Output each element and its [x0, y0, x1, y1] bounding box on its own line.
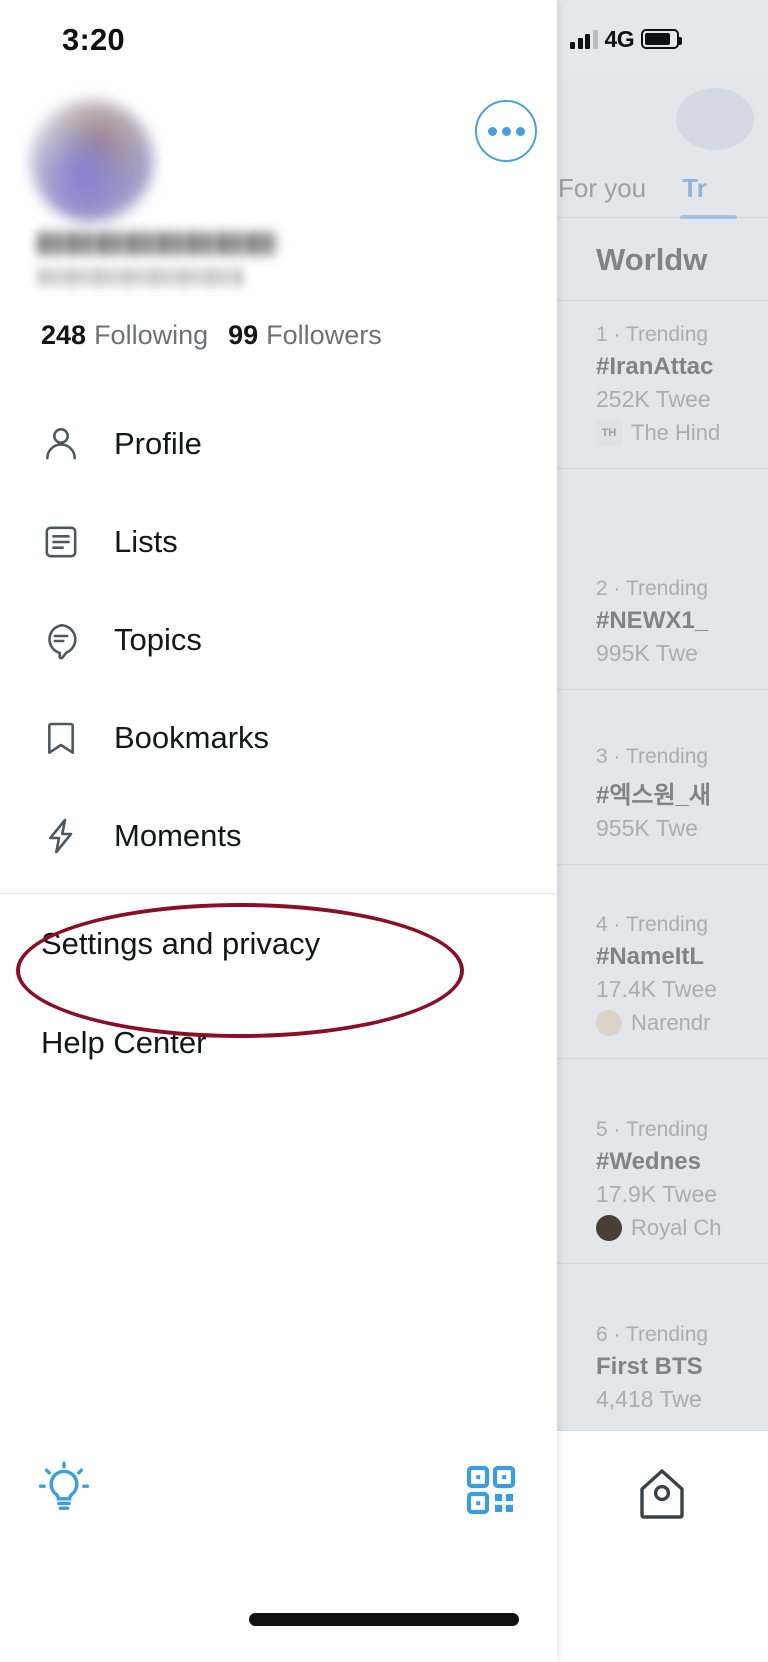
trend-rank: 6 · Trending — [596, 1323, 709, 1346]
menu-item-label: Moments — [114, 818, 242, 853]
trend-name: #Wednes — [596, 1148, 701, 1175]
lightbulb-icon[interactable] — [38, 1461, 90, 1524]
status-bar-left: 3:20 — [0, 0, 557, 78]
trend-source-label: Narendr — [631, 1010, 711, 1035]
trend-name: #IranAttac — [596, 353, 714, 380]
status-bar-right: 4G — [556, 0, 768, 78]
more-options-icon[interactable] — [475, 100, 537, 162]
menu-item-label: Bookmarks — [114, 720, 270, 755]
trend-item[interactable]: 5 · Trending #Wednes 17.9K Twee Royal Ch — [556, 1096, 768, 1264]
timeline-tabs[interactable]: For you Tr — [556, 160, 768, 220]
trend-item[interactable]: 6 · Trending First BTS 4,418 Twe — [556, 1301, 768, 1436]
trend-item[interactable]: 4 · Trending #NameItL 17.4K Twee Narendr — [556, 891, 768, 1059]
drawer-secondary-menu: Settings and privacy Help Center — [0, 894, 557, 1092]
the-hindu-logo: TH — [596, 420, 622, 446]
narendra-modi-avatar — [596, 1010, 622, 1036]
clock-label: 3:20 — [62, 22, 125, 57]
trend-name: #NameItL — [596, 943, 705, 970]
following-count: 248 — [41, 320, 87, 350]
trends-region-header: Worldw — [556, 219, 768, 301]
person-icon — [38, 421, 84, 467]
profile-name-redacted — [38, 232, 278, 255]
menu-item-label: Topics — [114, 622, 202, 657]
trend-source-label: Royal Ch — [631, 1215, 722, 1240]
followers-count: 99 — [228, 320, 259, 350]
battery-icon — [641, 29, 683, 49]
menu-item-help-center[interactable]: Help Center — [0, 993, 557, 1092]
region-title: Worldw — [596, 241, 708, 277]
trend-count: 17.4K Twee — [596, 976, 718, 1002]
drawer-menu: Profile Lists Topics Bookmarks Moments — [0, 395, 557, 885]
profile-handle-redacted — [38, 268, 244, 286]
menu-item-label: Lists — [114, 524, 178, 559]
royal-channel-avatar — [596, 1215, 622, 1241]
trend-rank: 4 · Trending — [596, 913, 709, 936]
trend-source-label: The Hind — [631, 420, 721, 445]
followers-label: Followers — [266, 320, 382, 350]
home-icon[interactable] — [634, 1465, 690, 1528]
trend-rank: 3 · Trending — [596, 745, 709, 768]
trend-rank: 1 · Trending — [596, 323, 709, 346]
trend-count: 995K Twe — [596, 640, 698, 666]
speech-bubble-icon — [38, 617, 84, 663]
trend-rank: 5 · Trending — [596, 1118, 709, 1141]
trend-item[interactable]: 1 · Trending #IranAttac 252K Twee TH The… — [556, 301, 768, 469]
avatar[interactable] — [31, 100, 153, 222]
network-type-label: 4G — [604, 25, 635, 52]
trend-source: TH The Hind — [596, 420, 768, 446]
followers-stat[interactable]: 99 Followers — [228, 320, 382, 351]
following-stat[interactable]: 248 Following — [41, 320, 208, 351]
bookmark-icon — [38, 715, 84, 761]
lightning-bolt-icon — [38, 813, 84, 859]
background-timeline-panel[interactable]: 4G For you Tr Worldw 1 · Trending #IranA… — [556, 0, 768, 1662]
phone-screen: 4G For you Tr Worldw 1 · Trending #IranA… — [0, 0, 768, 1662]
tab-trending[interactable]: Tr — [680, 173, 736, 220]
background-avatar — [676, 88, 754, 150]
trend-count: 4,418 Twe — [596, 1386, 702, 1412]
signal-bars-icon — [570, 29, 598, 49]
qr-code-icon[interactable] — [465, 1464, 517, 1521]
account-drawer: 3:20 248 Following 99 Followers Profile … — [0, 0, 557, 1662]
drawer-bottom-bar — [0, 1440, 557, 1544]
menu-item-label: Settings and privacy — [41, 925, 321, 961]
menu-item-bookmarks[interactable]: Bookmarks — [0, 689, 557, 787]
menu-item-settings-and-privacy[interactable]: Settings and privacy — [0, 894, 557, 993]
trend-name: #NEWX1_ — [596, 607, 709, 634]
trend-rank: 2 · Trending — [596, 577, 709, 600]
menu-item-topics[interactable]: Topics — [0, 591, 557, 689]
trend-item[interactable]: 2 · Trending #NEWX1_ 995K Twe — [556, 555, 768, 690]
home-indicator — [249, 1613, 519, 1626]
menu-item-label: Profile — [114, 426, 202, 461]
trend-count: 252K Twee — [596, 386, 711, 412]
menu-item-lists[interactable]: Lists — [0, 493, 557, 591]
menu-item-profile[interactable]: Profile — [0, 395, 557, 493]
menu-item-moments[interactable]: Moments — [0, 787, 557, 885]
tab-for-you[interactable]: For you — [558, 173, 646, 204]
trend-item[interactable]: 3 · Trending #엑스원_새 955K Twe — [556, 723, 768, 865]
following-label: Following — [94, 320, 209, 350]
menu-item-label: Help Center — [41, 1024, 207, 1060]
list-document-icon — [38, 519, 84, 565]
trend-count: 955K Twe — [596, 815, 698, 841]
trend-count: 17.9K Twee — [596, 1181, 718, 1207]
trend-source: Royal Ch — [596, 1215, 768, 1241]
trend-name: First BTS — [596, 1353, 703, 1380]
trend-name: #엑스원_새 — [596, 782, 712, 809]
bottom-nav-bar[interactable] — [556, 1430, 768, 1662]
trend-source: Narendr — [596, 1010, 768, 1036]
follow-stats: 248 Following 99 Followers — [41, 320, 382, 351]
